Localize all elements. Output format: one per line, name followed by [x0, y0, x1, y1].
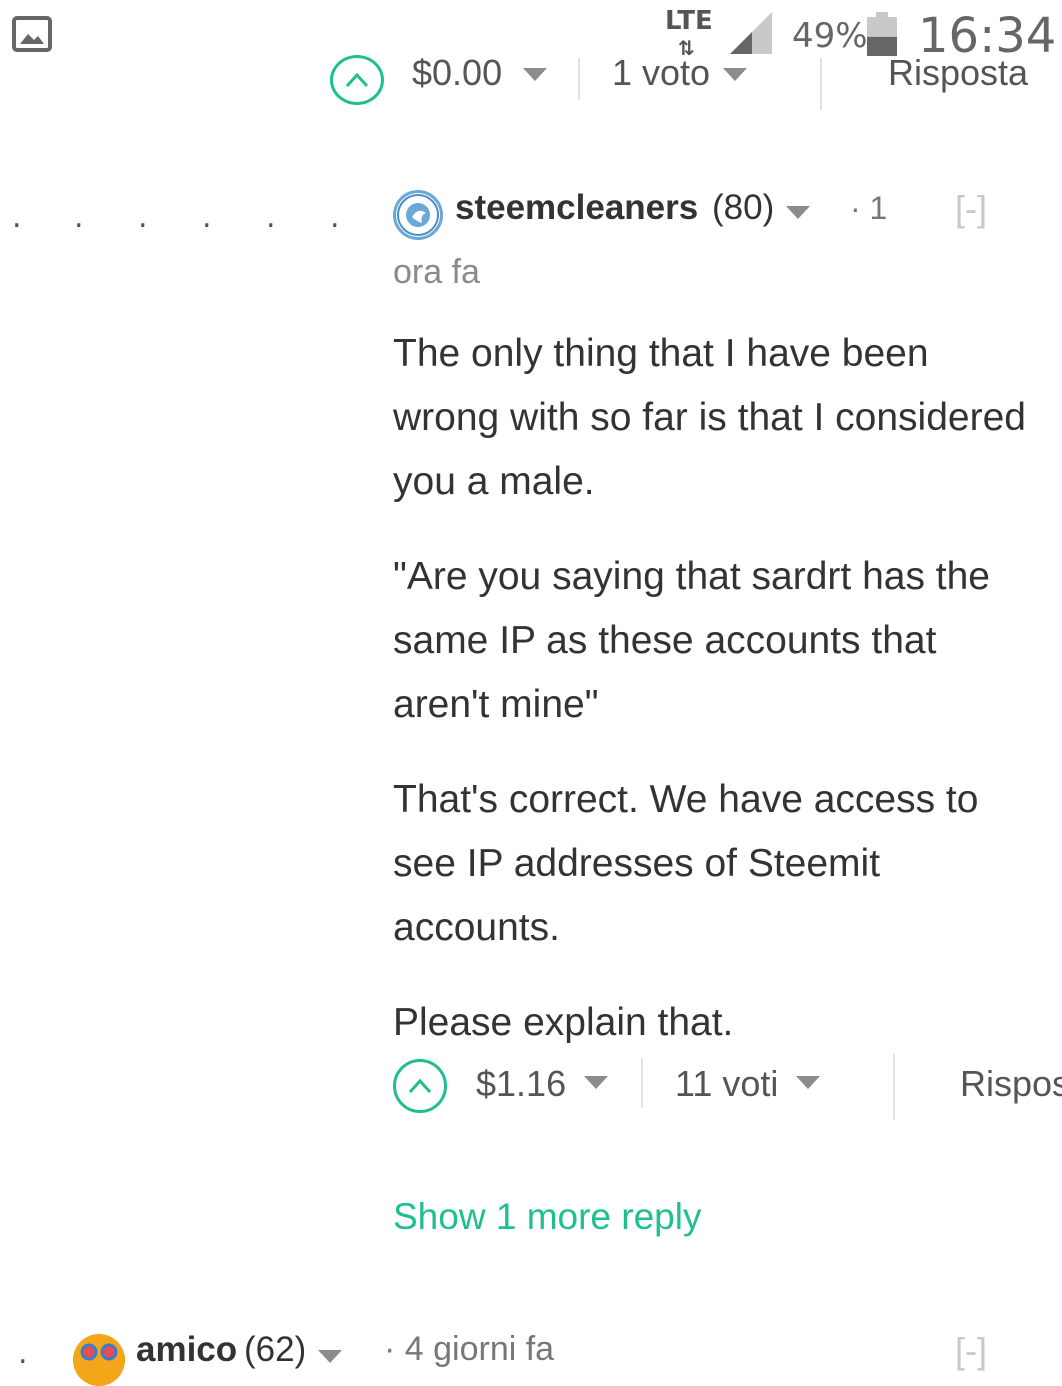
votes-caret-down-icon[interactable]: [796, 1076, 820, 1089]
payout-value[interactable]: $1.16: [476, 1063, 566, 1105]
battery-percent: 49%: [792, 16, 868, 56]
meta-count: 1: [869, 190, 888, 226]
reply-link[interactable]: Risposta: [960, 1063, 1062, 1105]
comment-paragraph: The only thing that I have been wrong wi…: [393, 332, 1026, 503]
battery-icon: [867, 12, 897, 56]
steemcleaners-logo-icon: [397, 194, 439, 236]
data-arrows-icon: ⇅: [678, 36, 695, 60]
votes-count[interactable]: 11 voti: [675, 1063, 778, 1105]
clock: 16:34: [918, 8, 1057, 64]
show-more-replies-link[interactable]: Show 1 more reply: [393, 1196, 701, 1238]
avatar[interactable]: [393, 190, 443, 240]
author-menu-caret-icon[interactable]: [318, 1350, 342, 1363]
caret-down-icon[interactable]: [723, 68, 747, 81]
chevron-up-icon: [408, 1078, 432, 1094]
signal-icon: [728, 10, 774, 56]
divider: [578, 58, 580, 100]
payout-caret-down-icon[interactable]: [584, 1076, 608, 1089]
divider: [893, 1054, 895, 1120]
comment-paragraph: Please explain that.: [393, 1001, 734, 1044]
divider: [820, 58, 822, 110]
author-menu-caret-icon[interactable]: [786, 206, 810, 219]
separator-dot: ·: [850, 190, 861, 226]
comment-author[interactable]: amico: [136, 1330, 237, 1370]
author-reputation: (62): [244, 1330, 307, 1369]
author-reputation: (80): [712, 188, 775, 227]
network-type: LTE: [665, 6, 713, 36]
meta-separator-and-count: · 1: [850, 190, 887, 227]
comment-paragraph: "Are you saying that sardrt has the same…: [393, 555, 990, 726]
comment-author[interactable]: steemcleaners: [455, 188, 698, 228]
divider: [641, 1058, 643, 1108]
upvote-button[interactable]: [330, 55, 384, 105]
comment-paragraph: That's correct. We have access to see IP…: [393, 778, 979, 949]
status-bar: LTE ⇅ 49% 16:34: [0, 0, 1062, 64]
upvote-button[interactable]: [393, 1059, 447, 1113]
collapse-button[interactable]: [-]: [955, 188, 987, 230]
chevron-up-icon: [345, 72, 369, 88]
caret-down-icon[interactable]: [523, 68, 547, 81]
comment-time[interactable]: ora fa: [393, 253, 480, 292]
gallery-notification-icon: [12, 14, 52, 54]
avatar[interactable]: [73, 1334, 125, 1386]
amico-avatar-icon: [73, 1334, 125, 1386]
comment-body: The only thing that I have been wrong wi…: [393, 322, 1043, 1086]
comment-time[interactable]: · 4 giorni fa: [384, 1330, 554, 1369]
